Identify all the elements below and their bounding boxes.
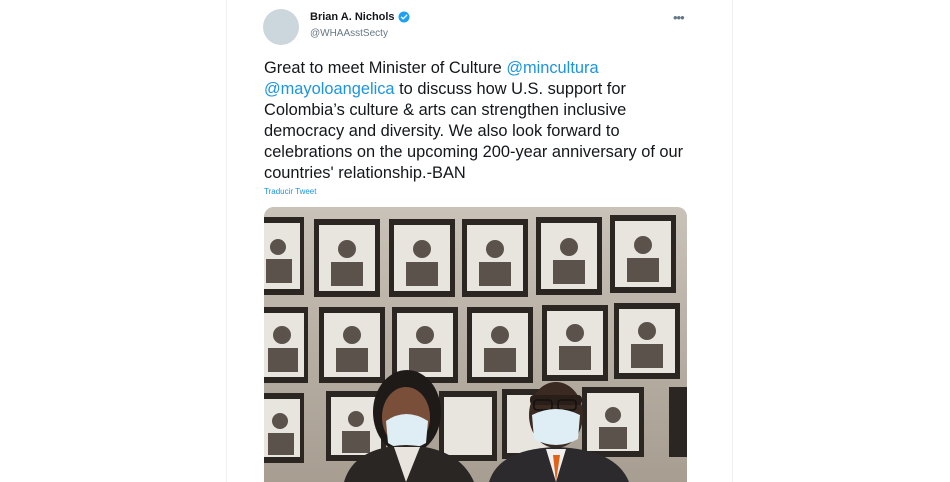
mention-mayoloangelica[interactable]: @mayoloangelica bbox=[264, 80, 395, 98]
author-handle[interactable]: @WHAAsstSecty bbox=[310, 28, 388, 39]
translate-tweet-link[interactable]: Traducir Tweet bbox=[264, 187, 316, 196]
avatar[interactable] bbox=[263, 9, 299, 45]
tweet-text: Great to meet Minister of Culture @mincu… bbox=[264, 58, 704, 184]
more-horizontal-icon[interactable]: ••• bbox=[673, 10, 685, 25]
tweet-photo[interactable] bbox=[264, 207, 687, 482]
tweet-card: Brian A. Nichols @WHAAsstSecty ••• Great… bbox=[226, 0, 733, 482]
mention-mincultura[interactable]: @mincultura bbox=[506, 59, 598, 77]
photo-illustration bbox=[264, 207, 687, 482]
author-name[interactable]: Brian A. Nichols bbox=[310, 11, 395, 23]
author-row: Brian A. Nichols bbox=[310, 11, 410, 23]
verified-badge-icon bbox=[398, 11, 410, 23]
portrait-wall bbox=[264, 215, 687, 463]
tweet-text-part: Great to meet Minister of Culture bbox=[264, 59, 507, 77]
